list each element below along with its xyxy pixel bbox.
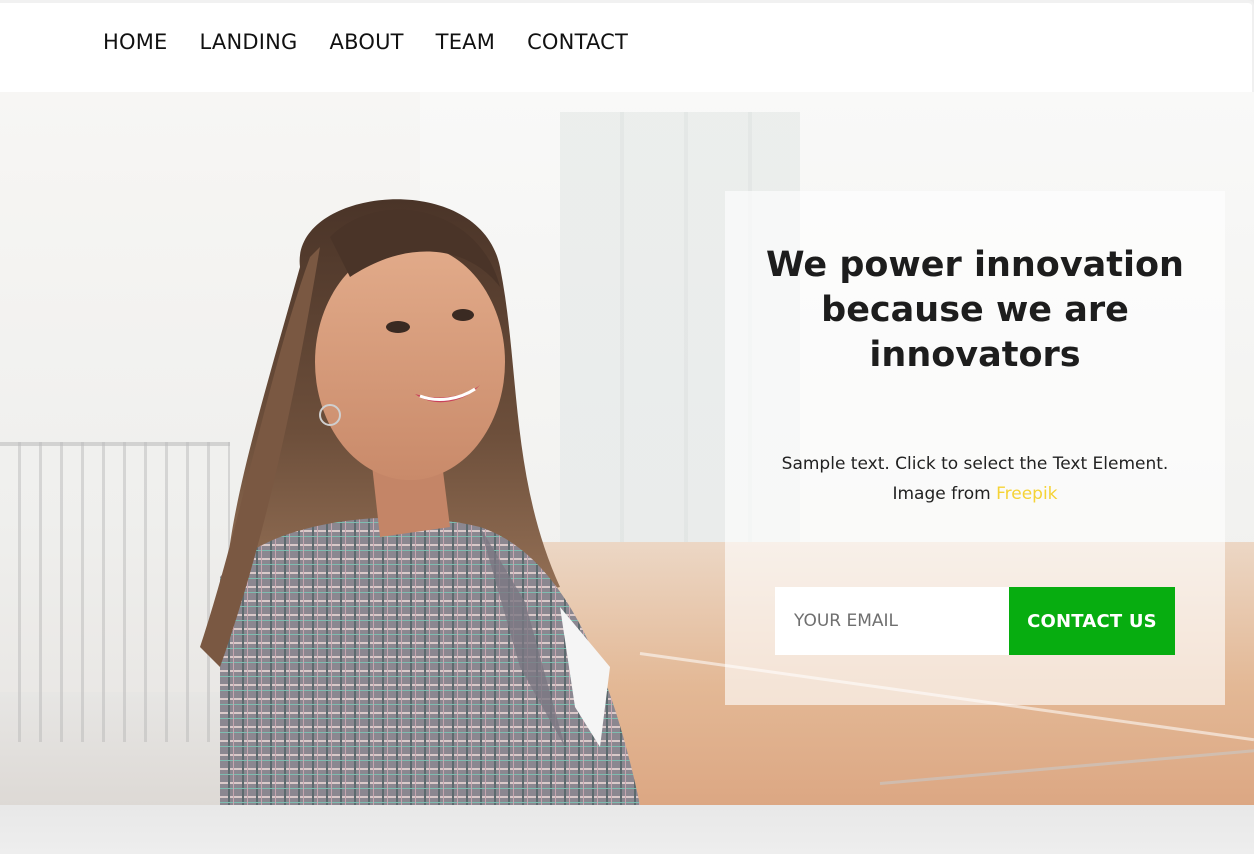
contact-us-button[interactable]: CONTACT US xyxy=(1009,587,1175,655)
nav-team[interactable]: TEAM xyxy=(436,29,495,55)
hero-text: Sample text. Click to select the Text El… xyxy=(755,449,1195,509)
email-input[interactable] xyxy=(775,587,1009,655)
site-header: HOME LANDING ABOUT TEAM CONTACT xyxy=(0,0,1254,92)
nav-contact[interactable]: CONTACT xyxy=(527,29,628,55)
nav-landing[interactable]: LANDING xyxy=(200,29,298,55)
hero-section: We power innovation because we are innov… xyxy=(0,92,1254,805)
next-section-edge xyxy=(0,805,1254,854)
contact-form: CONTACT US xyxy=(775,587,1175,655)
freepik-link[interactable]: Freepik xyxy=(996,484,1057,504)
hero-card: We power innovation because we are innov… xyxy=(725,191,1225,705)
nav-about[interactable]: ABOUT xyxy=(330,29,404,55)
landing-page: HOME LANDING ABOUT TEAM CONTACT We power… xyxy=(0,0,1254,854)
hero-title: We power innovation because we are innov… xyxy=(766,245,1184,375)
woman-photo xyxy=(200,199,640,805)
main-nav: HOME LANDING ABOUT TEAM CONTACT xyxy=(103,29,660,55)
nav-home[interactable]: HOME xyxy=(103,29,168,55)
hero-text-body: Sample text. Click to select the Text El… xyxy=(781,454,1169,504)
